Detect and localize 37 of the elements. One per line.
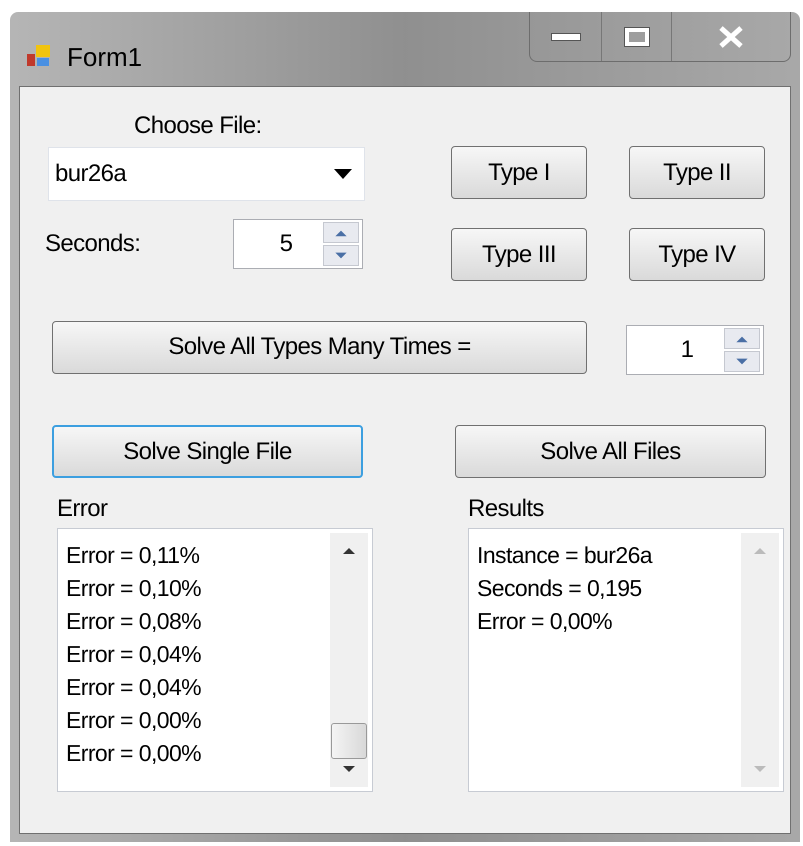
solve-many-button[interactable]: Solve All Types Many Times = [52,320,587,374]
window-title: Form1 [67,41,142,74]
spin-up-icon[interactable] [724,328,760,349]
type-button[interactable]: Type IV [629,228,765,281]
solve-button[interactable]: Solve Single File [52,425,363,478]
list-line: Instance = bur26a [477,541,654,570]
choose-file-label: Choose File: [134,111,263,141]
spin-down-icon[interactable] [323,245,359,266]
times-spinner[interactable]: 1 [626,325,764,375]
list-line: Error = 0,00% [66,739,202,768]
error-list[interactable]: Error = 0,11% Error = 0,10% Error = 0,08% Error = 0,04% Error = 0,04% Error = 0,00% Error = 0,00% [57,528,373,792]
scroll-thumb[interactable] [331,723,367,759]
spin-down-icon[interactable] [724,351,760,372]
list-line: Error = 0,04% [66,640,202,669]
list-line: Error = 0,00% [66,706,202,735]
scrollbar[interactable] [330,533,368,787]
scroll-up-icon[interactable] [341,545,357,555]
spin-up-icon[interactable] [323,222,359,243]
list-label: Error [57,494,109,524]
results-list[interactable]: Instance = bur26a Seconds = 0,195 Error = 0,00% [468,528,784,792]
seconds-label: Seconds: [45,229,142,259]
list-line: Error = 0,04% [66,673,202,702]
list-line: Seconds = 0,195 [477,574,643,603]
seconds-spinner[interactable]: 5 [233,219,363,269]
type-button[interactable]: Type I [451,146,587,199]
type-button[interactable]: Type III [451,228,587,281]
list-label: Results [468,494,545,524]
type-button[interactable]: Type II [629,146,765,199]
file-dropdown[interactable]: bur26a [48,147,365,201]
list-line: Error = 0,08% [66,607,202,636]
dropdown-arrow-icon [334,169,352,179]
list-line: Error = 0,11% [66,541,200,570]
close-icon [717,24,745,48]
list-line: Error = 0,10% [66,574,202,603]
list-line: Error = 0,00% [477,607,614,636]
solve-button[interactable]: Solve All Files [455,425,766,478]
scroll-down-icon[interactable] [341,765,357,775]
